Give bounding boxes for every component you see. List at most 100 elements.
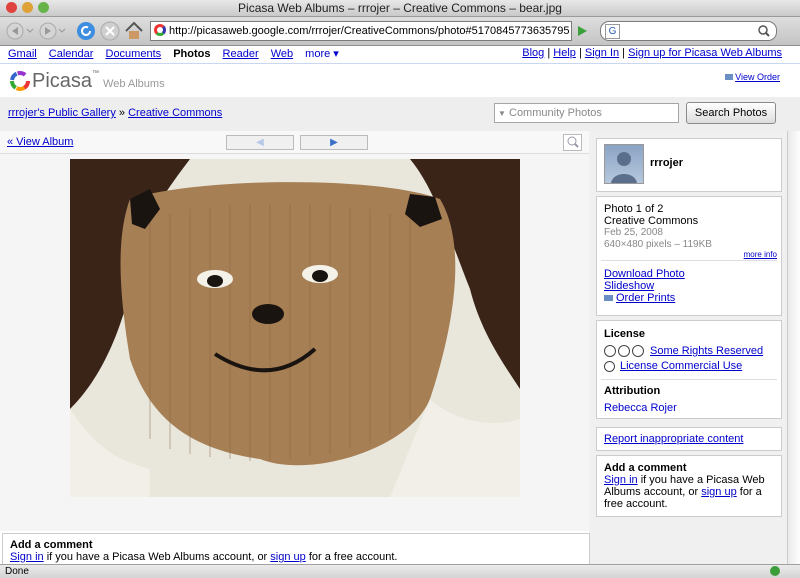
status-bar: Done — [0, 564, 800, 578]
minimize-window-button[interactable] — [22, 2, 33, 13]
comment-sign-in-link[interactable]: Sign in — [604, 474, 638, 486]
by-icon — [618, 345, 630, 357]
owner-name[interactable]: rrrojer — [650, 157, 683, 169]
close-window-button[interactable] — [6, 2, 17, 13]
person-silhouette-icon — [611, 152, 637, 183]
reload-button[interactable] — [76, 21, 96, 41]
zoom-window-button[interactable] — [38, 2, 49, 13]
window-title-bar: Picasa Web Albums – rrrojer – Creative C… — [0, 0, 800, 17]
stop-icon — [100, 21, 120, 41]
license-heading: License — [604, 328, 645, 340]
gbar-documents[interactable]: Documents — [106, 48, 162, 60]
stop-button[interactable] — [100, 21, 120, 41]
browser-toolbar: http://picasaweb.google.com/rrrojer/Crea… — [0, 17, 800, 46]
photo-size: 640×480 pixels – 119KB — [604, 239, 712, 250]
license-box: License Some Rights Reserved License Com… — [596, 320, 782, 419]
site-favicon — [154, 24, 166, 36]
gbar-calendar[interactable]: Calendar — [49, 48, 94, 60]
prev-arrow-icon: ◀ — [256, 137, 264, 148]
cart-icon — [725, 74, 734, 80]
next-photo-button[interactable]: ▶ — [300, 135, 368, 150]
bottom-comment-text: if you have a Picasa Web Albums account,… — [43, 551, 271, 563]
gbar-web[interactable]: Web — [271, 48, 293, 60]
attribution-heading: Attribution — [604, 385, 661, 397]
browser-search-field[interactable]: G — [600, 21, 777, 41]
bottom-sign-up-link[interactable]: sign up — [270, 551, 305, 563]
community-search-input[interactable]: ▼ Community Photos — [494, 103, 679, 123]
blog-link[interactable]: Blog — [522, 47, 544, 59]
license-commercial-link[interactable]: License Commercial Use — [620, 360, 742, 372]
photo-area: « View Album ◀ ▶ — [0, 131, 589, 531]
magnifier-icon — [758, 25, 770, 37]
slideshow-link[interactable]: Slideshow — [604, 280, 654, 292]
status-text: Done — [5, 566, 29, 577]
url-text: http://picasaweb.google.com/rrrojer/Crea… — [169, 25, 570, 37]
some-rights-link[interactable]: Some Rights Reserved — [650, 345, 763, 357]
secure-check-icon — [770, 566, 780, 576]
gbar-gmail[interactable]: Gmail — [8, 48, 37, 60]
order-prints-link[interactable]: Order Prints — [616, 292, 675, 304]
avatar[interactable] — [604, 144, 644, 184]
cart-icon — [604, 295, 613, 301]
cc-icon — [604, 345, 616, 357]
album-link[interactable]: Creative Commons — [128, 107, 222, 119]
sign-up-link[interactable]: Sign up for Picasa Web Albums — [628, 47, 782, 59]
sa-icon — [632, 345, 644, 357]
vertical-scrollbar[interactable] — [787, 131, 800, 564]
report-box: Report inappropriate content — [596, 427, 782, 451]
dollar-icon — [604, 360, 615, 372]
help-link[interactable]: Help — [553, 47, 576, 59]
divider — [601, 260, 777, 261]
window-title: Picasa Web Albums – rrrojer – Creative C… — [238, 1, 562, 15]
bottom-comment-box: Add a comment Sign in if you have a Pica… — [2, 533, 590, 565]
dropdown-arrow-icon: ▼ — [498, 109, 506, 118]
comment-sign-up-link[interactable]: sign up — [701, 486, 736, 498]
next-arrow-icon: ▶ — [330, 137, 338, 148]
logo-subtitle: Web Albums — [103, 78, 165, 90]
breadcrumb-bar: rrrojer's Public Gallery » Creative Comm… — [0, 97, 800, 131]
google-search-icon: G — [605, 24, 620, 39]
gallery-link[interactable]: rrrojer's Public Gallery — [8, 107, 116, 119]
gbar-photos-active: Photos — [173, 48, 211, 60]
divider — [601, 379, 777, 380]
google-bar: Gmail Calendar Documents Photos Reader W… — [0, 46, 800, 64]
magnifier-icon — [567, 136, 579, 148]
photo-index: Photo 1 of 2 — [604, 203, 664, 215]
go-button[interactable] — [573, 21, 591, 41]
sign-in-link[interactable]: Sign In — [585, 47, 619, 59]
attribution-name[interactable]: Rebecca Rojer — [604, 402, 677, 414]
forward-button[interactable] — [38, 21, 68, 41]
gbar-reader[interactable]: Reader — [223, 48, 259, 60]
back-button[interactable] — [4, 21, 36, 41]
logo-tm: ™ — [92, 70, 100, 77]
forward-arrow-icon — [39, 22, 66, 40]
photo-album: Creative Commons — [604, 215, 699, 227]
photo-info-box: Photo 1 of 2 Creative Commons Feb 25, 20… — [596, 196, 782, 316]
bottom-sign-in-link[interactable]: Sign in — [10, 551, 44, 563]
zoom-photo-button[interactable] — [563, 134, 582, 151]
photo-date: Feb 25, 2008 — [604, 227, 663, 238]
bottom-comment-heading: Add a comment — [10, 539, 93, 551]
photo-nav: « View Album ◀ ▶ — [0, 131, 589, 154]
reload-icon — [77, 22, 95, 40]
logo-word: Picasa — [32, 69, 93, 92]
prev-photo-button[interactable]: ◀ — [226, 135, 294, 150]
download-photo-link[interactable]: Download Photo — [604, 268, 685, 280]
bottom-comment-text-end: for a free account. — [305, 551, 398, 563]
picasa-logo[interactable]: Picasa ™ Web Albums — [10, 70, 165, 92]
view-order-link[interactable]: View Order — [725, 72, 780, 82]
home-button[interactable] — [124, 21, 144, 41]
comment-heading: Add a comment — [604, 462, 687, 474]
address-bar[interactable]: http://picasaweb.google.com/rrrojer/Crea… — [150, 21, 572, 41]
view-album-link[interactable]: « View Album — [7, 136, 73, 148]
more-info-link[interactable]: more info — [744, 250, 777, 259]
search-photos-button[interactable]: Search Photos — [686, 102, 776, 124]
picasa-pinwheel-icon — [10, 71, 30, 91]
home-icon — [125, 21, 143, 39]
breadcrumb-separator: » — [115, 107, 129, 119]
report-link[interactable]: Report inappropriate content — [604, 433, 743, 445]
go-arrow-icon — [578, 26, 587, 36]
breadcrumb: rrrojer's Public Gallery » Creative Comm… — [8, 107, 222, 119]
bear-sweater-photo[interactable] — [70, 159, 520, 497]
gbar-more[interactable]: more ▾ — [305, 48, 339, 60]
